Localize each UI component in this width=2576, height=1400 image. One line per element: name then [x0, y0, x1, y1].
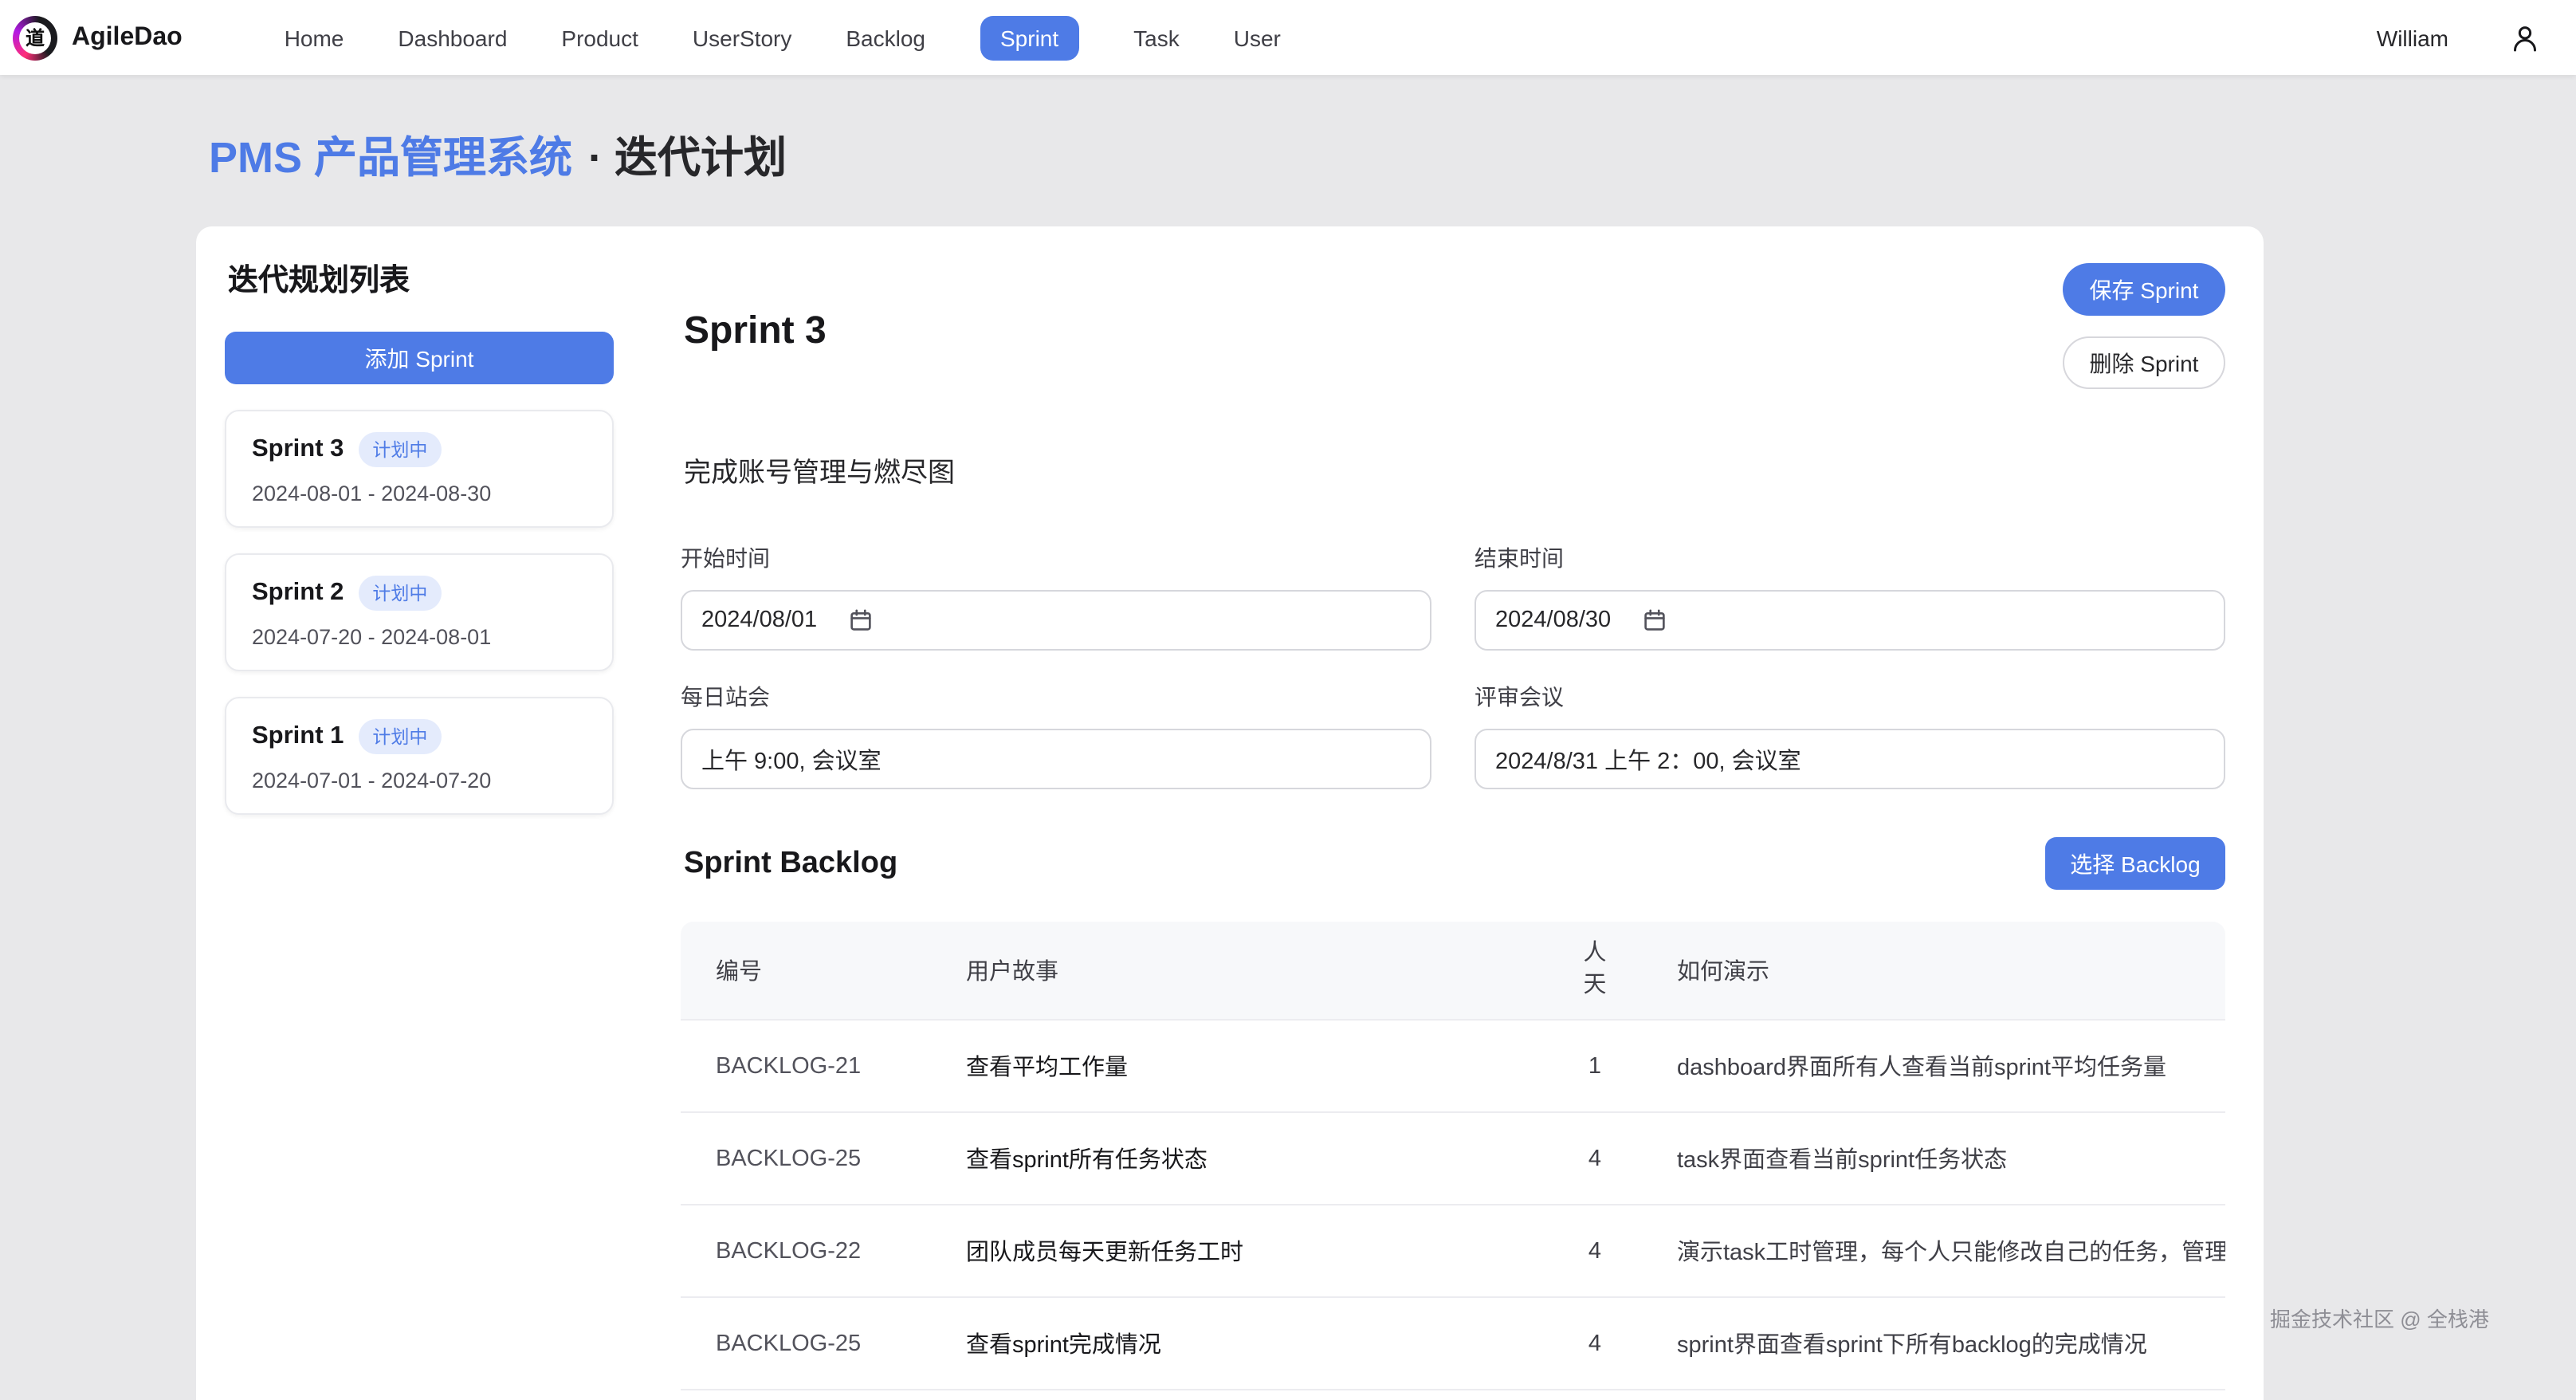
- backlog-demo: 演示task工时管理，每个人只能修改自己的任务，管理员可: [1642, 1205, 2225, 1297]
- backlog-id: BACKLOG-21: [681, 1020, 931, 1112]
- start-time-field: 开始时间: [681, 542, 1431, 651]
- backlog-story: 团队成员每天更新任务工时: [931, 1205, 1548, 1297]
- sprint-card-name: Sprint 1: [252, 722, 344, 751]
- sprint-list-title: 迭代规划列表: [228, 257, 614, 300]
- status-badge: 计划中: [358, 432, 442, 467]
- sprint-actions: 保存 Sprint 删除 Sprint: [2063, 263, 2225, 389]
- daily-standup-value[interactable]: [701, 746, 1411, 772]
- column-header-story: 用户故事: [931, 922, 1548, 1020]
- daily-standup-label: 每日站会: [681, 681, 1431, 713]
- review-meeting-value[interactable]: [1495, 746, 2205, 772]
- sprint-card-2[interactable]: Sprint 2 计划中 2024-07-20 - 2024-08-01: [225, 553, 614, 671]
- column-header-days: 人天: [1548, 922, 1642, 1020]
- user-icon[interactable]: [2509, 22, 2541, 53]
- start-time-value[interactable]: [701, 608, 835, 633]
- nav-item-task[interactable]: Task: [1133, 25, 1180, 50]
- backlog-story: 查看sprint所有任务状态: [931, 1112, 1548, 1205]
- calendar-icon[interactable]: [850, 609, 872, 631]
- page-title-primary: PMS 产品管理系统: [209, 134, 572, 182]
- nav-item-backlog[interactable]: Backlog: [846, 25, 925, 50]
- sprint-detail-title: Sprint 3: [684, 309, 827, 353]
- backlog-days: 1: [1548, 1020, 1642, 1112]
- review-meeting-label: 评审会议: [1475, 681, 2225, 713]
- table-row[interactable]: BACKLOG-25 查看sprint完成情况 4 sprint界面查看spri…: [681, 1297, 2225, 1390]
- nav-item-dashboard[interactable]: Dashboard: [398, 25, 507, 50]
- nav-item-product[interactable]: Product: [561, 25, 638, 50]
- daily-standup-field: 每日站会: [681, 681, 1431, 789]
- review-meeting-field: 评审会议: [1475, 681, 2225, 789]
- backlog-demo: sprint界面查看sprint下所有backlog的完成情况: [1642, 1297, 2225, 1390]
- backlog-demo: dashboard界面所有人查看当前sprint平均任务量: [1642, 1020, 2225, 1112]
- sprint-detail-panel: Sprint 3 保存 Sprint 删除 Sprint 完成账号管理与燃尽图 …: [642, 226, 2264, 1400]
- end-time-input[interactable]: [1475, 590, 2225, 651]
- start-time-label: 开始时间: [681, 542, 1431, 574]
- table-row[interactable]: BACKLOG-25 查看sprint所有任务状态 4 task界面查看当前sp…: [681, 1112, 2225, 1205]
- logo-glyph: 道: [19, 22, 51, 53]
- sprint-card-dates: 2024-08-01 - 2024-08-30: [252, 482, 587, 505]
- sprint-goal: 完成账号管理与燃尽图: [684, 450, 2225, 490]
- status-badge: 计划中: [358, 719, 442, 754]
- sprint-card-name: Sprint 3: [252, 435, 344, 464]
- backlog-section-header: Sprint Backlog 选择 Backlog: [681, 837, 2225, 890]
- end-time-value[interactable]: [1495, 608, 1629, 633]
- sprint-form: 开始时间: [681, 542, 2225, 789]
- add-sprint-button[interactable]: 添加 Sprint: [225, 332, 614, 384]
- table-row[interactable]: BACKLOG-21 查看平均工作量 1 dashboard界面所有人查看当前s…: [681, 1020, 2225, 1112]
- backlog-id: BACKLOG-25: [681, 1297, 931, 1390]
- main-nav: Home Dashboard Product UserStory Backlog…: [285, 15, 1281, 60]
- column-header-demo: 如何演示: [1642, 922, 2225, 1020]
- username[interactable]: William: [2377, 25, 2448, 50]
- delete-sprint-button[interactable]: 删除 Sprint: [2063, 336, 2225, 389]
- backlog-id: BACKLOG-22: [681, 1205, 931, 1297]
- backlog-story: 查看sprint完成情况: [931, 1297, 1548, 1390]
- end-time-field: 结束时间: [1475, 542, 2225, 651]
- page-title-secondary: · 迭代计划: [588, 134, 787, 182]
- nav-item-sprint[interactable]: Sprint: [980, 15, 1079, 60]
- end-time-label: 结束时间: [1475, 542, 2225, 574]
- sprint-card-3[interactable]: Sprint 3 计划中 2024-08-01 - 2024-08-30: [225, 410, 614, 528]
- page: 道 AgileDao Home Dashboard Product UserSt…: [0, 0, 2576, 1400]
- status-badge: 计划中: [358, 576, 442, 611]
- brand-logo-icon: 道: [13, 15, 57, 60]
- watermark: 掘金技术社区 @ 全栈港: [2270, 1303, 2489, 1333]
- start-time-input[interactable]: [681, 590, 1431, 651]
- review-meeting-input[interactable]: [1475, 729, 2225, 789]
- nav-item-user[interactable]: User: [1234, 25, 1281, 50]
- sprint-card-1[interactable]: Sprint 1 计划中 2024-07-01 - 2024-07-20: [225, 697, 614, 815]
- column-header-id: 编号: [681, 922, 931, 1020]
- page-body: PMS 产品管理系统 · 迭代计划 迭代规划列表 添加 Sprint Sprint…: [0, 75, 2576, 1400]
- nav-item-userstory[interactable]: UserStory: [693, 25, 791, 50]
- navbar: 道 AgileDao Home Dashboard Product UserSt…: [0, 0, 2576, 75]
- backlog-story: 查看平均工作量: [931, 1020, 1548, 1112]
- backlog-table: 编号 用户故事 人天 如何演示 BACKLOG-21 查看平均工作量 1: [681, 922, 2225, 1390]
- backlog-demo: task界面查看当前sprint任务状态: [1642, 1112, 2225, 1205]
- backlog-days: 4: [1548, 1112, 1642, 1205]
- backlog-section-title: Sprint Backlog: [684, 846, 897, 881]
- sprint-card-name: Sprint 2: [252, 579, 344, 608]
- page-title: PMS 产品管理系统 · 迭代计划: [196, 75, 2264, 226]
- brand-name: AgileDao: [72, 23, 183, 52]
- table-header-row: 编号 用户故事 人天 如何演示: [681, 922, 2225, 1020]
- daily-standup-input[interactable]: [681, 729, 1431, 789]
- backlog-id: BACKLOG-25: [681, 1112, 931, 1205]
- backlog-days: 4: [1548, 1297, 1642, 1390]
- table-row[interactable]: BACKLOG-22 团队成员每天更新任务工时 4 演示task工时管理，每个人…: [681, 1205, 2225, 1297]
- save-sprint-button[interactable]: 保存 Sprint: [2063, 263, 2225, 316]
- sprint-list-panel: 迭代规划列表 添加 Sprint Sprint 3 计划中 2024-08-01…: [196, 226, 642, 1400]
- nav-item-home[interactable]: Home: [285, 25, 344, 50]
- navbar-right: William: [2377, 22, 2541, 53]
- sprint-card-dates: 2024-07-01 - 2024-07-20: [252, 769, 587, 792]
- select-backlog-button[interactable]: 选择 Backlog: [2045, 837, 2225, 890]
- brand[interactable]: 道 AgileDao: [13, 15, 183, 60]
- content-container: 迭代规划列表 添加 Sprint Sprint 3 计划中 2024-08-01…: [196, 226, 2264, 1400]
- calendar-icon[interactable]: [1643, 609, 1666, 631]
- sprint-card-dates: 2024-07-20 - 2024-08-01: [252, 625, 587, 649]
- backlog-days: 4: [1548, 1205, 1642, 1297]
